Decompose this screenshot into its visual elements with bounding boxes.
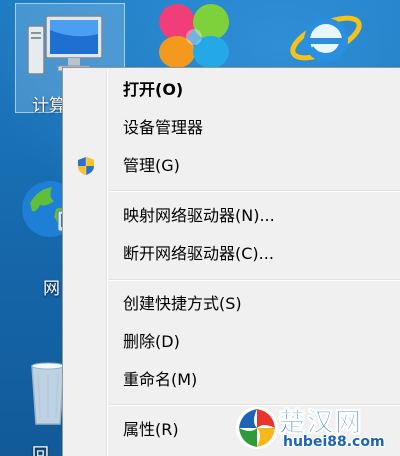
menu-item-label: 映射网络驱动器(N)... [123, 206, 275, 225]
watermark-logo-icon [236, 407, 278, 449]
menu-separator [109, 190, 400, 192]
menu-item-disconnect-network-drive[interactable]: 断开网络驱动器(C)... [66, 237, 400, 271]
desktop-icon-label: 网 [43, 279, 60, 299]
menu-item-open[interactable]: 打开(O) [66, 73, 400, 107]
menu-item-label: 创建快捷方式(S) [123, 294, 242, 313]
clover-icon [159, 4, 229, 68]
desktop-icon-label: 计算 [32, 96, 66, 116]
internet-explorer-icon [290, 15, 362, 62]
desktop-icon-label: 回 [32, 445, 49, 456]
menu-item-label: 管理(G) [123, 156, 180, 175]
site-watermark: 楚汉网 hubei88.com [233, 402, 400, 456]
menu-item-label: 打开(O) [123, 80, 184, 99]
uac-shield-icon [78, 157, 94, 175]
menu-item-manage[interactable]: 管理(G) [66, 149, 400, 183]
menu-item-label: 删除(D) [123, 332, 180, 351]
menu-item-label: 设备管理器 [123, 118, 204, 137]
watermark-url: hubei88.com [283, 434, 385, 450]
menu-item-label: 重命名(M) [123, 370, 198, 389]
menu-item-device-manager[interactable]: 设备管理器 [66, 111, 400, 145]
context-menu: 打开(O) 设备管理器 管理(G) 映射网络驱动器(N)... 断开网络驱动器(… [62, 67, 400, 456]
menu-item-create-shortcut[interactable]: 创建快捷方式(S) [66, 287, 400, 321]
menu-item-rename[interactable]: 重命名(M) [66, 363, 400, 397]
menu-separator [109, 279, 400, 281]
menu-item-label: 属性(R) [123, 420, 179, 439]
menu-item-map-network-drive[interactable]: 映射网络驱动器(N)... [66, 199, 400, 233]
menu-item-delete[interactable]: 删除(D) [66, 325, 400, 359]
menu-item-label: 断开网络驱动器(C)... [123, 244, 274, 263]
